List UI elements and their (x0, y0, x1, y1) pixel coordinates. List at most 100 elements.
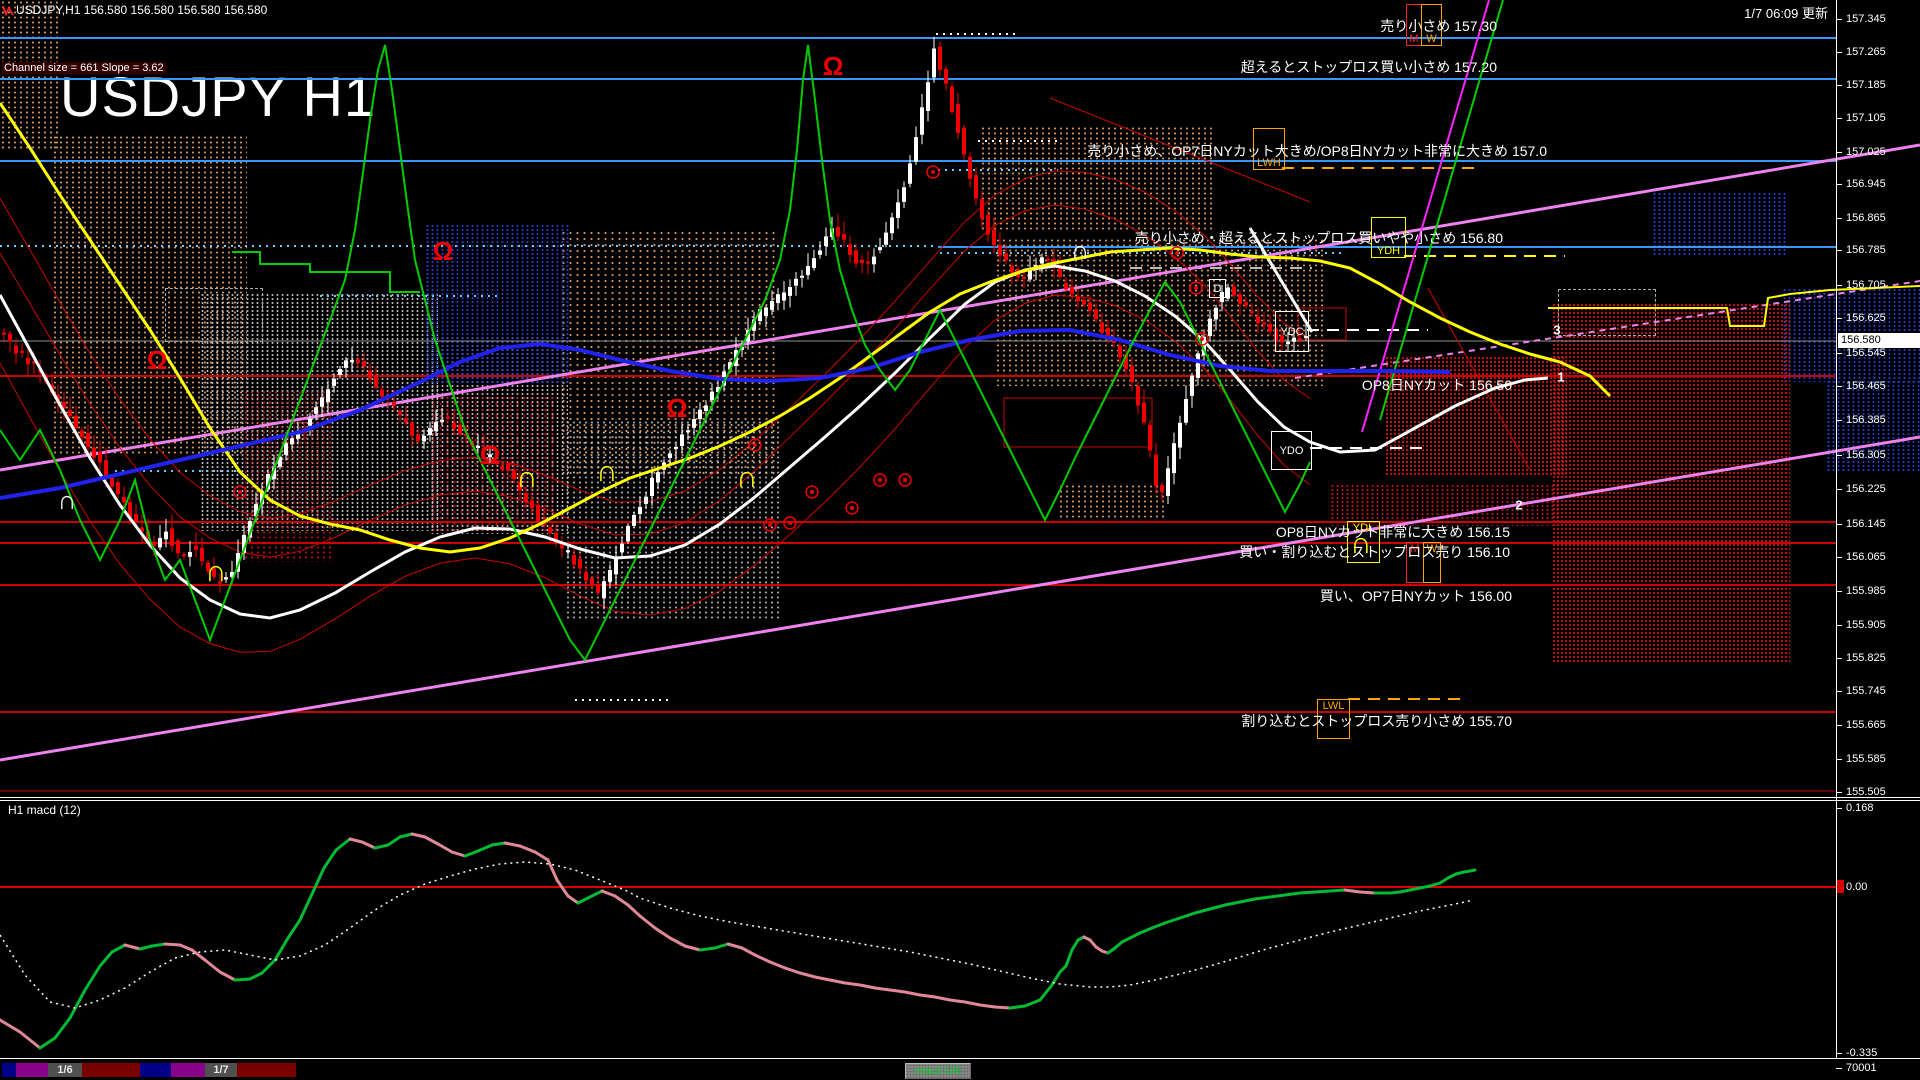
price-axis-label[interactable]: 156.465 (1846, 380, 1886, 392)
candlestick (1136, 386, 1140, 406)
candlestick (338, 369, 342, 375)
panel-separator-bottom (0, 1058, 1920, 1059)
price-axis-label[interactable]: 157.025 (1846, 146, 1886, 158)
macd-line (1072, 940, 1078, 950)
price-axis-label[interactable]: 156.145 (1846, 518, 1886, 530)
price-axis-label[interactable]: 155.585 (1846, 753, 1886, 765)
price-axis-label[interactable]: 156.225 (1846, 483, 1886, 495)
macd-line (336, 839, 350, 850)
macd-line (362, 842, 375, 848)
price-axis-label[interactable]: 155.905 (1846, 619, 1886, 631)
axis-tick (1836, 1068, 1842, 1069)
candlestick (374, 375, 378, 387)
candlestick (974, 175, 978, 198)
buy-signal-arch-icon: ∩ (516, 461, 538, 494)
macd-line (640, 916, 655, 928)
candlestick (566, 550, 570, 552)
macd-line (568, 896, 578, 903)
price-axis-label[interactable]: 155.665 (1846, 719, 1886, 731)
macd-line (125, 945, 140, 949)
candlestick (362, 361, 366, 367)
price-axis-label[interactable]: 156.865 (1846, 212, 1886, 224)
macd-line (1285, 893, 1300, 895)
entry-circle-dot (238, 490, 242, 494)
candlestick (596, 584, 600, 592)
price-axis-label[interactable]: 157.105 (1846, 112, 1886, 124)
axis-tick (1836, 118, 1842, 119)
line-green (0, 45, 1310, 660)
candlestick (284, 443, 288, 455)
candlestick (980, 199, 984, 219)
candlestick (1244, 302, 1248, 306)
price-axis-label[interactable]: 157.185 (1846, 79, 1886, 91)
candlestick (872, 257, 876, 265)
price-axis-label[interactable]: 157.265 (1846, 46, 1886, 58)
candlestick (806, 266, 810, 275)
macd-line (1010, 1006, 1025, 1008)
macd-line (350, 839, 362, 842)
price-axis-label[interactable]: 156.945 (1846, 178, 1886, 190)
macd-line (0, 1020, 20, 1032)
candlestick (956, 104, 960, 133)
candlestick (590, 578, 594, 584)
price-axis-label[interactable]: 156.545 (1846, 347, 1886, 359)
macd-axis-label[interactable]: 0.168 (1846, 802, 1874, 814)
price-axis-label[interactable]: 156.385 (1846, 414, 1886, 426)
price-axis-label[interactable]: 156.065 (1846, 551, 1886, 563)
candlestick (1262, 322, 1266, 324)
price-annotation: 買い・割り込むとストップロス売り 156.10 (1239, 542, 1510, 562)
date-strip-segment: 1/7 (205, 1063, 237, 1077)
price-axis-label[interactable]: 155.825 (1846, 652, 1886, 664)
candlestick (116, 482, 120, 494)
buy-signal-arch-icon: ∩ (596, 455, 618, 488)
candlestick (326, 389, 330, 402)
candlestick (332, 379, 336, 386)
price-axis-label[interactable]: 155.745 (1846, 685, 1886, 697)
macd-line (890, 990, 905, 992)
macd-line (1225, 902, 1240, 905)
entry-circle-dot (850, 506, 854, 510)
candlestick (1166, 468, 1170, 496)
axis-border[interactable] (1836, 0, 1837, 1058)
main-chart-canvas[interactable]: ΩΩΩΩΩ∩∩∩∩∩∩∩ (0, 0, 1920, 1080)
swing-number-marker: 1 (1557, 370, 1564, 385)
macd-axis-label[interactable]: 0.00 (1846, 881, 1867, 893)
session-strip-segment (140, 1063, 171, 1077)
macd-toggle-button[interactable]: macd ON (905, 1063, 971, 1079)
level-box-d: D (1209, 279, 1226, 298)
macd-line (275, 938, 288, 960)
candlestick (950, 86, 954, 112)
candlestick (836, 227, 840, 237)
candlestick (500, 466, 504, 469)
candlestick (80, 430, 84, 437)
macd-axis-label[interactable]: -0.335 (1846, 1047, 1877, 1059)
candlestick (290, 438, 294, 444)
macd-axis-label[interactable]: 70001 (1846, 1062, 1877, 1074)
candlestick (572, 555, 576, 565)
macd-line (478, 845, 492, 851)
candlestick (800, 276, 804, 278)
axis-tick (1836, 184, 1842, 185)
signal-arch-icon: ∩ (1071, 235, 1090, 265)
price-axis-label[interactable]: 156.305 (1846, 449, 1886, 461)
price-axis-label[interactable]: 156.625 (1846, 312, 1886, 324)
price-annotation: 買い、OP7日NYカット 156.00 (1320, 586, 1512, 606)
price-axis-label[interactable]: 155.505 (1846, 786, 1886, 798)
candlestick (650, 478, 654, 496)
chart-icon (2, 4, 14, 16)
axis-tick (1836, 85, 1842, 86)
candlestick (14, 346, 18, 354)
macd-line (655, 928, 670, 938)
macd-signal-line (0, 862, 1473, 1008)
trading-app-window: USDJPY,H1 156.580 156.580 156.580 156.58… (0, 0, 1920, 1080)
candlestick (368, 371, 372, 379)
macd-line (742, 948, 755, 955)
price-axis-label[interactable]: 156.785 (1846, 244, 1886, 256)
price-axis-label[interactable]: 157.345 (1846, 13, 1886, 25)
candlestick (608, 570, 612, 582)
candlestick (890, 217, 894, 233)
macd-line (980, 1005, 995, 1007)
candlestick (620, 544, 624, 553)
price-axis-label[interactable]: 155.985 (1846, 585, 1886, 597)
price-axis-label[interactable]: 156.705 (1846, 279, 1886, 291)
